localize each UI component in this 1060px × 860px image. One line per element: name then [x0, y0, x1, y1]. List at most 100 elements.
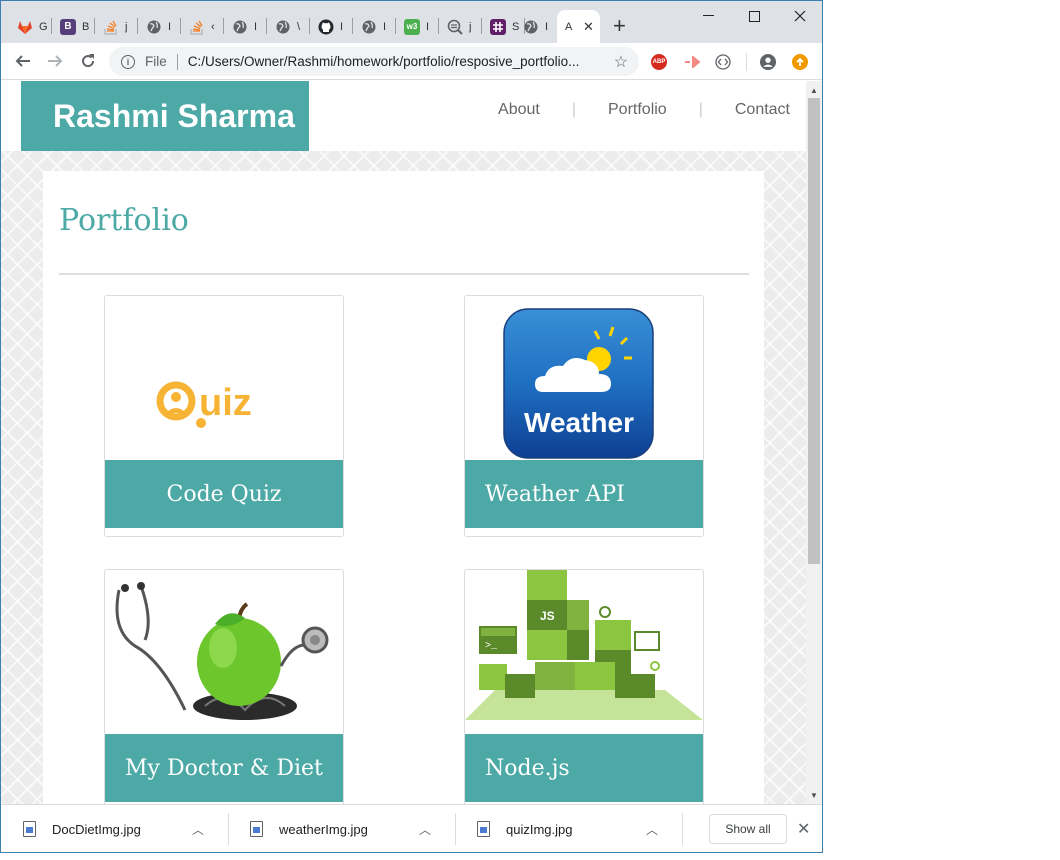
tab-title: ‹	[211, 20, 215, 33]
download-bar: DocDietImg.jpg ︿ weatherImg.jpg ︿ quizIm…	[1, 804, 822, 852]
tab-title: I	[426, 20, 430, 33]
portfolio-card-weather-api[interactable]: Weather Weather API	[464, 295, 704, 537]
download-item[interactable]: DocDietImg.jpg ︿	[1, 805, 229, 852]
chevron-up-icon[interactable]: ︿	[419, 821, 431, 838]
svg-text:>_: >_	[485, 641, 498, 652]
back-button[interactable]	[11, 49, 35, 73]
nav-contact[interactable]: Contact	[735, 101, 790, 119]
quiz-logo-text: uiz	[199, 382, 252, 424]
scroll-down-arrow-icon[interactable]: ▼	[806, 788, 822, 802]
tab-title: A	[565, 20, 573, 33]
download-filename[interactable]: DocDietImg.jpg	[52, 822, 192, 837]
tab-stackoverflow-2[interactable]: ‹	[181, 10, 224, 43]
download-item[interactable]: weatherImg.jpg ︿	[228, 805, 456, 852]
tab-github[interactable]: I	[310, 10, 353, 43]
reload-icon	[82, 54, 95, 68]
tab-title: I	[383, 20, 387, 33]
reload-button[interactable]	[76, 49, 100, 73]
nav-portfolio[interactable]: Portfolio	[608, 101, 667, 119]
download-item[interactable]: quizImg.jpg ︿	[455, 805, 683, 852]
forward-arrow-icon	[48, 55, 63, 67]
url-text[interactable]: C:/Users/Owner/Rashmi/homework/portfolio…	[188, 54, 604, 69]
code-extension-icon[interactable]	[715, 54, 731, 70]
site-header: Rashmi Sharma About | Portfolio | Contac…	[1, 81, 806, 151]
tab-stackoverflow[interactable]: j	[95, 10, 138, 43]
portfolio-card-doctor-diet[interactable]: My Doctor & Diet	[104, 569, 344, 804]
section-title: Portfolio	[59, 203, 189, 238]
show-all-button[interactable]: Show all	[709, 814, 787, 844]
tab-title: \	[297, 20, 301, 33]
tab-title: I	[168, 20, 172, 33]
search-globe-icon	[447, 19, 463, 35]
globe-icon	[361, 19, 377, 35]
tab-active[interactable]: A ✕	[557, 10, 600, 43]
minimize-button[interactable]	[685, 5, 731, 27]
tab-w3schools[interactable]: w3 I	[396, 10, 439, 43]
tab-title: B	[82, 20, 90, 33]
close-window-button[interactable]	[777, 5, 822, 27]
tab-globe-4[interactable]: I	[353, 10, 396, 43]
tab-globe[interactable]: I	[138, 10, 181, 43]
tab-bootstrap[interactable]: B B	[52, 10, 95, 43]
chevron-up-icon[interactable]: ︿	[192, 821, 204, 838]
doctor-apple-image	[105, 570, 343, 734]
chevron-up-icon[interactable]: ︿	[646, 821, 658, 838]
download-filename[interactable]: weatherImg.jpg	[279, 822, 419, 837]
page-viewport: Rashmi Sharma About | Portfolio | Contac…	[1, 81, 806, 804]
profile-avatar-icon[interactable]	[760, 54, 776, 70]
portfolio-card-nodejs[interactable]: >_ JS Node.js	[464, 569, 704, 804]
stackoverflow-icon	[189, 19, 205, 35]
card-title[interactable]: My Doctor & Diet	[105, 734, 343, 802]
tab-title: I	[254, 20, 258, 33]
tab-title: j	[469, 20, 472, 33]
download-filename[interactable]: quizImg.jpg	[506, 822, 646, 837]
new-tab-button[interactable]: +	[613, 15, 626, 37]
github-icon	[318, 19, 334, 35]
maximize-button[interactable]	[731, 5, 777, 27]
forward-button[interactable]	[43, 49, 67, 73]
close-download-bar-icon[interactable]: ✕	[797, 819, 810, 839]
globe-icon	[275, 19, 291, 35]
tab-title: G	[39, 20, 47, 33]
tab-close-icon[interactable]: ✕	[583, 19, 594, 35]
page-scrollbar[interactable]: ▲ ▼	[806, 81, 822, 804]
tab-globe-3[interactable]: \	[267, 10, 310, 43]
browser-window: G B B j I ‹ I \ I I w3 I j S I A ✕ + i F…	[0, 0, 823, 853]
nodejs-cubes-image: >_ JS	[465, 570, 703, 734]
image-file-icon	[250, 821, 263, 837]
card-title[interactable]: Code Quiz	[105, 460, 343, 528]
address-bar[interactable]: i File C:/Users/Owner/Rashmi/homework/po…	[109, 47, 639, 76]
nav-about[interactable]: About	[498, 101, 540, 119]
info-icon[interactable]: i	[121, 54, 135, 69]
tab-globe-2[interactable]: I	[224, 10, 267, 43]
scrollbar-thumb[interactable]	[808, 98, 820, 564]
portfolio-section: Portfolio uiz Code Quiz Weather Weather …	[43, 171, 764, 804]
tab-gitlab[interactable]: G	[9, 10, 52, 43]
portfolio-card-code-quiz[interactable]: uiz Code Quiz	[104, 295, 344, 537]
bookmark-star-icon[interactable]: ☆	[614, 52, 628, 72]
adblock-plus-icon[interactable]: ABP	[651, 54, 667, 70]
slack-icon	[490, 18, 506, 35]
card-title[interactable]: Node.js	[465, 734, 703, 802]
tab-search[interactable]: j	[439, 10, 482, 43]
site-brand[interactable]: Rashmi Sharma	[21, 81, 309, 151]
cast-extension-icon[interactable]	[684, 54, 700, 70]
tab-globe-5[interactable]: I	[515, 10, 558, 43]
scroll-up-arrow-icon[interactable]: ▲	[806, 83, 822, 97]
url-scheme: File	[145, 54, 167, 69]
stackoverflow-icon	[103, 19, 119, 35]
tab-title: j	[125, 20, 128, 33]
weather-logo-text: Weather	[524, 407, 634, 438]
bootstrap-icon: B	[60, 18, 76, 35]
svg-text:JS: JS	[540, 609, 555, 623]
card-title[interactable]: Weather API	[465, 460, 703, 528]
browser-toolbar: i File C:/Users/Owner/Rashmi/homework/po…	[1, 43, 822, 80]
image-file-icon	[23, 821, 36, 837]
update-icon[interactable]	[792, 54, 808, 70]
site-nav: About | Portfolio | Contact	[498, 101, 790, 119]
back-arrow-icon	[15, 55, 30, 67]
divider	[59, 273, 749, 275]
weather-app-image: Weather	[465, 296, 703, 460]
globe-icon	[146, 19, 162, 35]
gitlab-icon	[17, 19, 33, 35]
